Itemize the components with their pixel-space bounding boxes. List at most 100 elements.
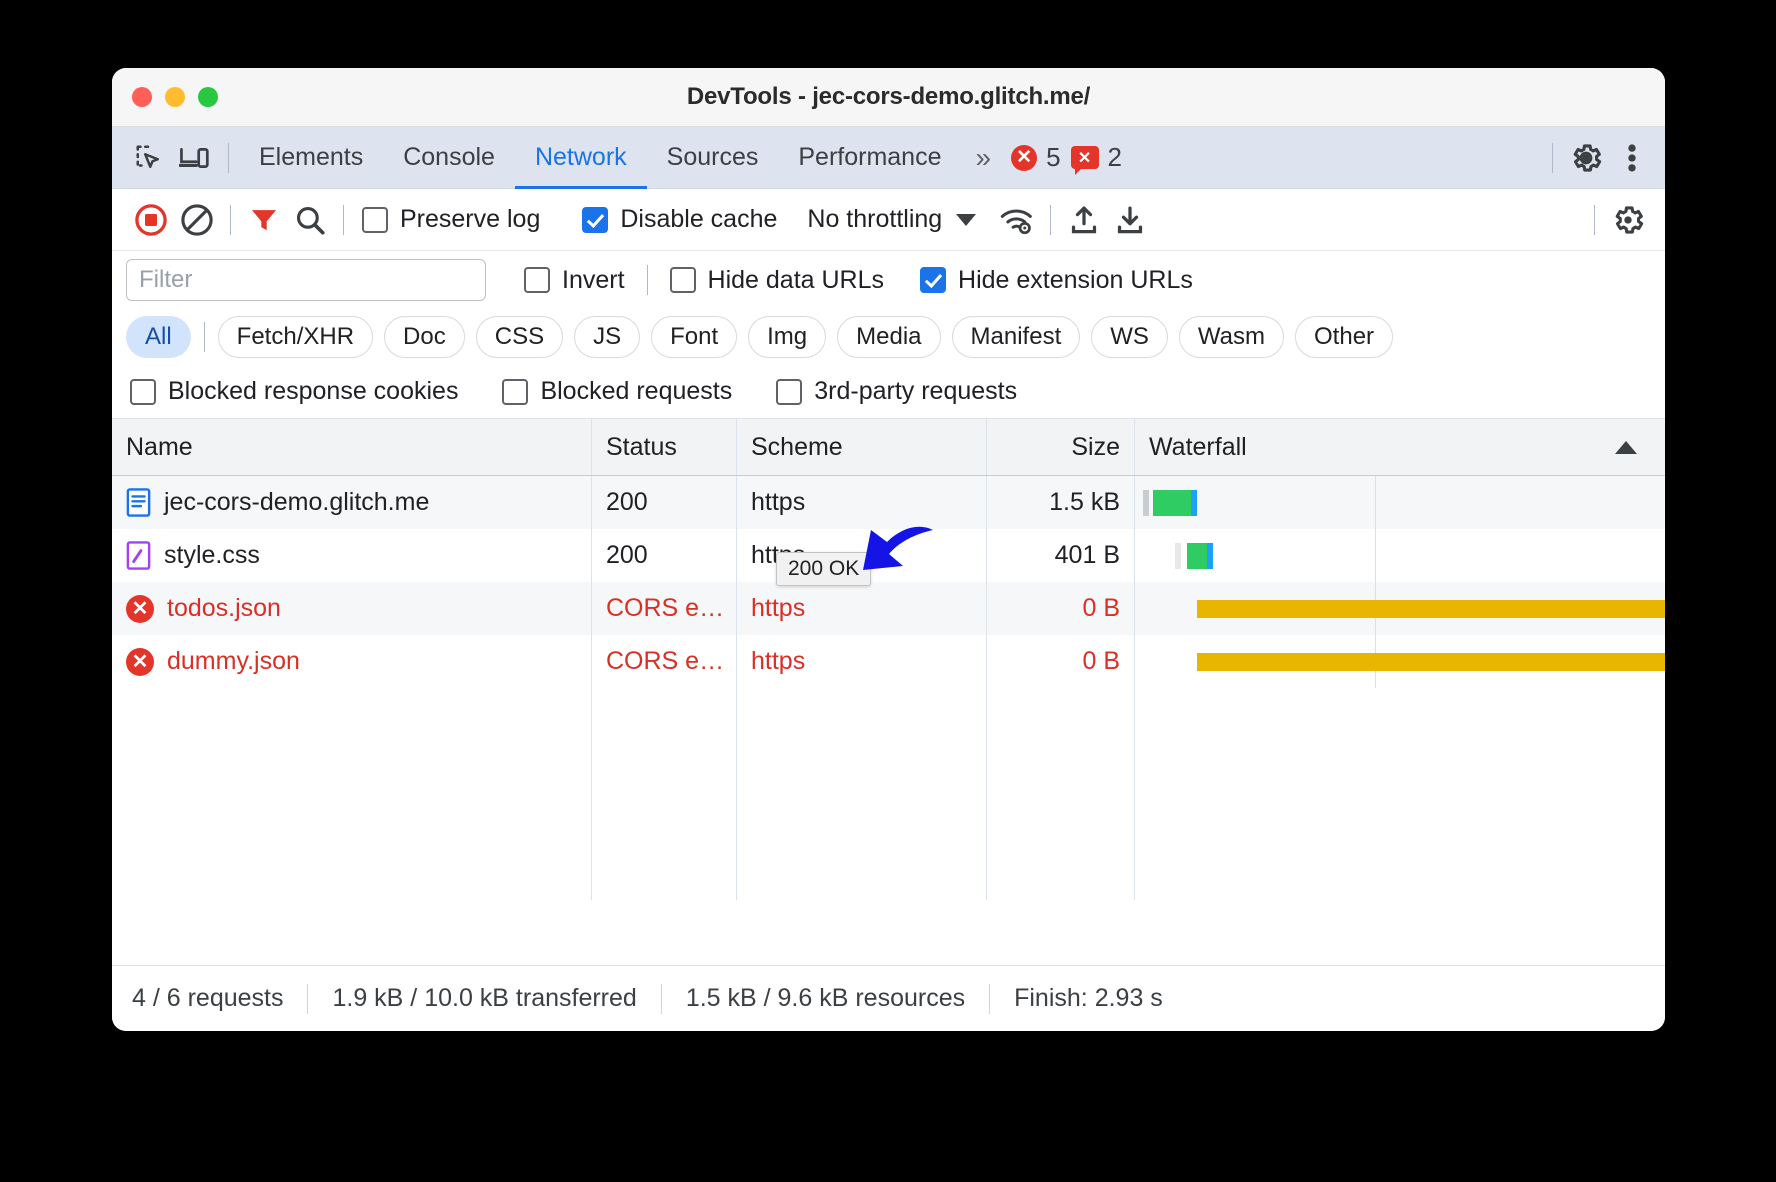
hide-data-urls-box[interactable] (669, 267, 696, 293)
request-waterfall-cell (1135, 582, 1665, 635)
export-har-icon[interactable] (1107, 197, 1153, 243)
table-row[interactable]: ✕ dummy.json CORS e… https 0 B (112, 635, 1665, 688)
network-settings-gear-icon[interactable] (1605, 197, 1651, 243)
waterfall-wait-bar (1191, 490, 1197, 516)
third-party-requests-box[interactable] (776, 378, 803, 405)
warning-count-badge[interactable]: ✕ 2 (1070, 142, 1122, 175)
hide-extension-urls-checkbox[interactable]: Hide extension URLs (920, 266, 1193, 295)
hide-extension-urls-box[interactable] (920, 267, 947, 293)
column-header-name[interactable]: Name (112, 419, 592, 475)
hide-data-urls-checkbox[interactable]: Hide data URLs (669, 265, 885, 295)
type-filter-media[interactable]: Media (837, 316, 941, 358)
type-filter-other[interactable]: Other (1295, 316, 1394, 358)
tab-performance[interactable]: Performance (778, 127, 961, 189)
column-header-size[interactable]: Size (987, 419, 1135, 475)
request-name-cell[interactable]: ✕ dummy.json (112, 635, 592, 688)
stylesheet-file-icon (126, 541, 151, 570)
inspect-element-icon[interactable] (126, 135, 172, 181)
type-filter-css[interactable]: CSS (475, 316, 564, 358)
devtools-tab-bar: Elements Console Network Sources Perform… (112, 127, 1665, 189)
type-filter-font[interactable]: Font (651, 316, 738, 358)
request-name-label: style.css (164, 541, 260, 569)
request-waterfall-cell (1135, 529, 1665, 582)
resources-label: 1.5 kB / 9.6 kB resources (685, 984, 966, 1012)
toolbar-divider (228, 142, 229, 173)
third-party-requests-checkbox[interactable]: 3rd-party requests (776, 377, 1017, 406)
import-har-icon[interactable] (1061, 197, 1107, 243)
error-circle-icon: ✕ (1011, 144, 1038, 171)
filter-row: Invert Hide data URLs Hide extension URL… (112, 251, 1665, 309)
request-size-cell: 0 B (987, 635, 1135, 688)
waterfall-queue-bar (1143, 490, 1149, 516)
request-status-cell: CORS e… (592, 635, 737, 688)
blocked-requests-label: Blocked requests (540, 377, 733, 405)
gear-icon[interactable] (1563, 135, 1609, 181)
throttling-dropdown[interactable]: No throttling (807, 205, 977, 234)
title-bar: DevTools - jec-cors-demo.glitch.me/ (112, 68, 1665, 127)
request-name-cell[interactable]: ✕ todos.json (112, 582, 592, 635)
blocked-requests-checkbox[interactable]: Blocked requests (502, 377, 732, 406)
column-header-waterfall[interactable]: Waterfall (1135, 419, 1665, 475)
error-count-label: 5 (1046, 142, 1061, 172)
device-toolbar-icon[interactable] (172, 135, 218, 181)
tab-network[interactable]: Network (515, 127, 647, 189)
footer-divider-2 (660, 983, 662, 1014)
chevron-down-icon (956, 213, 977, 226)
search-icon[interactable] (287, 197, 333, 243)
blocked-response-cookies-box[interactable] (130, 378, 156, 405)
record-stop-icon[interactable] (128, 197, 174, 243)
blocked-requests-box[interactable] (502, 378, 529, 405)
requests-count-label: 4 / 6 requests (132, 984, 284, 1012)
network-status-bar: 4 / 6 requests 1.9 kB / 10.0 kB transfer… (112, 965, 1665, 1031)
table-empty-area (112, 688, 1665, 900)
type-filter-img[interactable]: Img (748, 316, 827, 358)
clear-requests-icon[interactable] (174, 197, 220, 243)
tab-console[interactable]: Console (383, 127, 515, 189)
preserve-log-checkbox[interactable]: Preserve log (362, 205, 540, 234)
filter-input[interactable] (126, 259, 486, 301)
type-filter-ws[interactable]: WS (1091, 316, 1168, 358)
type-filter-wasm[interactable]: Wasm (1178, 316, 1285, 358)
blocked-response-cookies-checkbox[interactable]: Blocked response cookies (130, 377, 458, 406)
request-name-cell[interactable]: jec-cors-demo.glitch.me (112, 476, 592, 529)
warning-count-label: 2 (1107, 142, 1122, 172)
tab-sources[interactable]: Sources (647, 127, 779, 189)
disable-cache-checkbox[interactable]: Disable cache (582, 205, 777, 234)
type-filter-fetch-xhr[interactable]: Fetch/XHR (217, 316, 374, 358)
request-status-cell: CORS e… (592, 582, 737, 635)
waterfall-gridline (1375, 529, 1376, 582)
transferred-label: 1.9 kB / 10.0 kB transferred (332, 984, 637, 1012)
footer-divider-3 (989, 983, 991, 1014)
preserve-log-label: Preserve log (400, 205, 541, 233)
hide-data-urls-label: Hide data URLs (707, 265, 885, 294)
error-count-badge[interactable]: ✕ 5 (1011, 142, 1061, 173)
waterfall-download-bar (1187, 543, 1207, 569)
type-filter-all[interactable]: All (126, 316, 191, 358)
toolbar-divider-1 (230, 204, 231, 235)
type-filter-js[interactable]: JS (574, 316, 641, 358)
request-size-cell: 1.5 kB (987, 476, 1135, 529)
invert-checkbox[interactable]: Invert (524, 266, 625, 295)
filter-funnel-icon[interactable] (241, 197, 287, 243)
type-filter-manifest[interactable]: Manifest (951, 316, 1081, 358)
table-header-row: Name Status Scheme Size Waterfall (112, 419, 1665, 476)
wifi-settings-icon[interactable] (994, 197, 1040, 243)
invert-box[interactable] (524, 267, 550, 293)
column-header-status[interactable]: Status (592, 419, 737, 475)
error-circle-icon: ✕ (126, 594, 154, 623)
waterfall-error-bar (1197, 653, 1665, 671)
request-status-cell: 200 (592, 529, 737, 582)
request-name-cell[interactable]: style.css (112, 529, 592, 582)
more-tabs-chevron-icon[interactable]: » (961, 142, 1001, 174)
finish-time-label: Finish: 2.93 s (1014, 984, 1163, 1012)
disable-cache-box[interactable] (582, 206, 609, 233)
preserve-log-box[interactable] (362, 206, 388, 233)
arrow-pointer-cursor (847, 508, 943, 605)
request-scheme-cell: https (737, 635, 987, 688)
tab-elements[interactable]: Elements (239, 127, 383, 189)
three-dot-menu-icon[interactable] (1609, 135, 1655, 181)
column-header-scheme[interactable]: Scheme (737, 419, 987, 475)
type-filter-doc[interactable]: Doc (384, 316, 465, 358)
waterfall-queue-bar (1175, 543, 1181, 569)
waterfall-gridline (1375, 476, 1376, 529)
